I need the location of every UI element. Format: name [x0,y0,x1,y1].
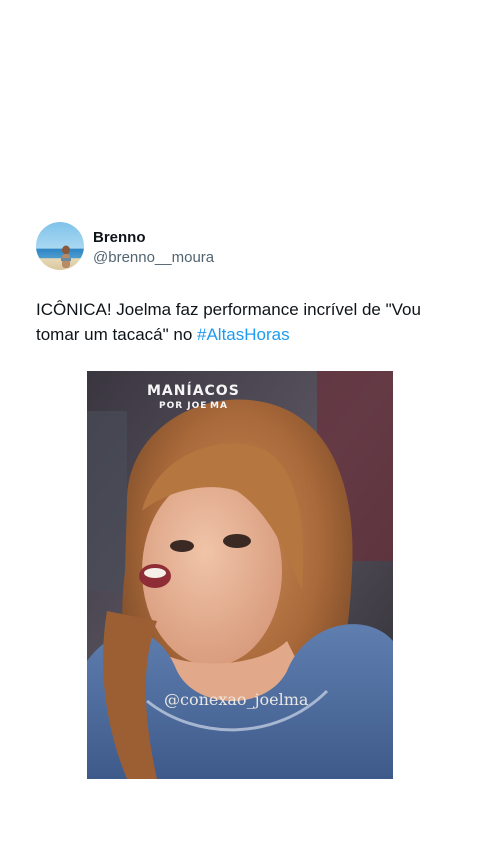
display-name[interactable]: Brenno [93,228,146,248]
watermark-top-line1: MANÍACOS [147,382,240,399]
tweet-card[interactable]: Brenno @brenno__moura ICÔNICA! Joelma fa… [0,0,480,854]
tweet-media[interactable]: MANÍACOS POR JOE MA @conexao_joelma [87,371,393,779]
watermark-top-line2: POR JOE [159,401,207,411]
hashtag-link[interactable]: #AltasHoras [197,325,290,344]
media-image: MANÍACOS POR JOE MA @conexao_joelma [87,371,393,779]
watermark-top-line3: MA [210,401,228,411]
tweet-text: ICÔNICA! Joelma faz performance incrível… [36,297,446,347]
user-handle[interactable]: @brenno__moura [93,248,214,268]
watermark-bottom: @conexao_joelma [164,690,309,709]
avatar[interactable] [36,222,84,270]
avatar-image [36,222,84,270]
